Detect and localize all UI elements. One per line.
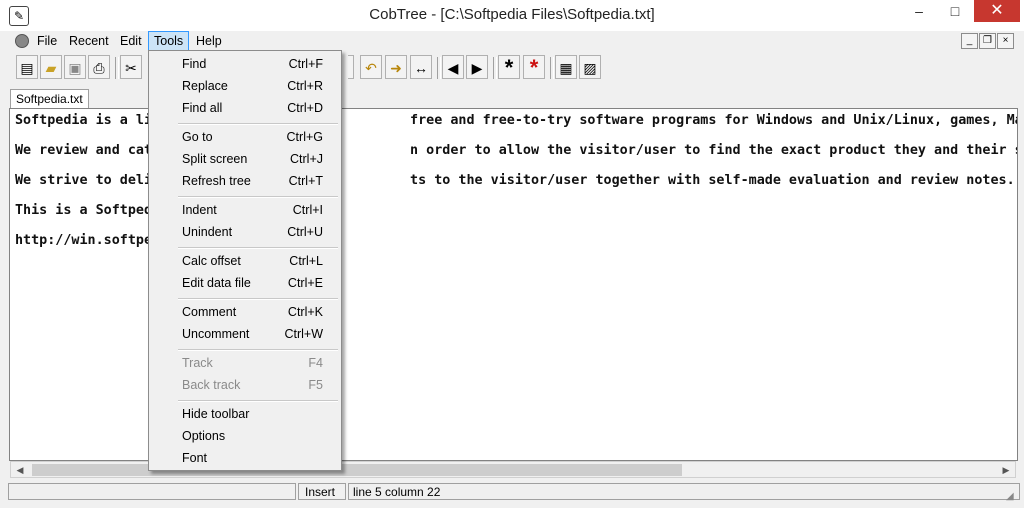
menu-separator: [178, 123, 338, 125]
cut-icon[interactable]: ✂: [120, 55, 142, 79]
system-menu-icon[interactable]: [15, 34, 29, 48]
menu-item-refresh-tree[interactable]: Refresh tree Ctrl+T: [149, 170, 341, 192]
menu-item-options[interactable]: Options: [149, 425, 341, 447]
scroll-left-icon[interactable]: ◀: [13, 463, 27, 477]
menu-help[interactable]: Help: [191, 32, 227, 50]
menu-item-find-all[interactable]: Find all Ctrl+D: [149, 97, 341, 119]
menu-item-comment[interactable]: Comment Ctrl+K: [149, 301, 341, 323]
maximize-button[interactable]: □: [938, 0, 972, 22]
status-position: line 5 column 22: [348, 483, 1020, 500]
menu-item-indent[interactable]: Indent Ctrl+I: [149, 199, 341, 221]
scroll-right-icon[interactable]: ▶: [999, 463, 1013, 477]
undo-icon[interactable]: ↶: [360, 55, 382, 79]
calculator-icon[interactable]: ▦: [555, 55, 577, 79]
menu-recent[interactable]: Recent: [64, 32, 114, 50]
menu-item-unindent[interactable]: Unindent Ctrl+U: [149, 221, 341, 243]
asterisk-red-icon[interactable]: *: [523, 55, 545, 80]
mdi-restore-button[interactable]: ❐: [979, 33, 996, 49]
toolbar-separator: [437, 57, 441, 79]
menu-item-back-track: Back track F5: [182, 378, 323, 392]
menu-edit[interactable]: Edit: [115, 32, 147, 50]
menu-file[interactable]: File: [32, 32, 62, 50]
toolbar-separator: [115, 57, 119, 79]
menu-item-calc-offset[interactable]: Calc offset Ctrl+L: [149, 250, 341, 272]
menu-item-split-screen[interactable]: Split screen Ctrl+J: [149, 148, 341, 170]
menu-item-go-to[interactable]: Go to Ctrl+G: [149, 126, 341, 148]
asterisk-black-icon[interactable]: *: [498, 55, 520, 80]
width-icon[interactable]: ↔: [410, 55, 432, 79]
menu-item-find[interactable]: Find Ctrl+F: [149, 53, 341, 75]
window-title: CobTree - [C:\Softpedia Files\Softpedia.…: [369, 6, 655, 23]
menu-item-replace[interactable]: Replace Ctrl+R: [149, 75, 341, 97]
title-bar: ✎ CobTree - [C:\Softpedia Files\Softpedi…: [0, 0, 1024, 31]
minimize-button[interactable]: –: [902, 0, 936, 22]
menu-item-edit-data-file[interactable]: Edit data file Ctrl+E: [149, 272, 341, 294]
tab-softpedia-txt[interactable]: Softpedia.txt: [10, 89, 89, 109]
open-folder-icon[interactable]: ▰: [40, 55, 62, 79]
toolbar-separator: [550, 57, 554, 79]
toolbar-button-edge: [348, 55, 354, 79]
tools-dropdown-menu: Find Ctrl+F Replace Ctrl+R Find all Ctrl+D …: [148, 50, 342, 471]
toolbar-separator: [493, 57, 497, 79]
next-icon[interactable]: ▶: [466, 55, 488, 79]
status-bar: Insert line 5 column 22: [8, 483, 1020, 501]
menu-separator: [178, 349, 338, 351]
menu-item-track: Track F4: [182, 356, 323, 370]
new-file-icon[interactable]: ▤: [16, 55, 38, 79]
scrollbar-thumb[interactable]: [32, 464, 682, 476]
mdi-minimize-button[interactable]: _: [961, 33, 978, 49]
save-icon[interactable]: ▣: [64, 55, 86, 79]
editor-line: This is a Softped: [15, 203, 153, 218]
options-icon[interactable]: ▨: [579, 55, 601, 79]
menu-separator: [178, 298, 338, 300]
resize-grip-icon[interactable]: ◢: [1006, 491, 1018, 503]
mdi-close-button[interactable]: ×: [997, 33, 1014, 49]
menu-item-hide-toolbar[interactable]: Hide toolbar: [149, 403, 341, 425]
menu-bar: File Recent Edit Tools Help: [0, 31, 1024, 51]
status-mode: Insert: [298, 483, 346, 500]
status-panel-empty: [8, 483, 296, 500]
menu-item-uncomment[interactable]: Uncomment Ctrl+W: [149, 323, 341, 345]
menu-separator: [178, 400, 338, 402]
menu-item-font[interactable]: Font: [149, 447, 341, 469]
close-button[interactable]: ✕: [974, 0, 1020, 22]
menu-separator: [178, 247, 338, 249]
print-icon[interactable]: ⎙: [88, 55, 110, 79]
goto-icon[interactable]: ➜: [385, 55, 407, 79]
menu-separator: [178, 196, 338, 198]
prev-icon[interactable]: ◀: [442, 55, 464, 79]
editor-line: http://win.softpe: [15, 233, 153, 248]
menu-tools[interactable]: Tools: [148, 31, 190, 51]
